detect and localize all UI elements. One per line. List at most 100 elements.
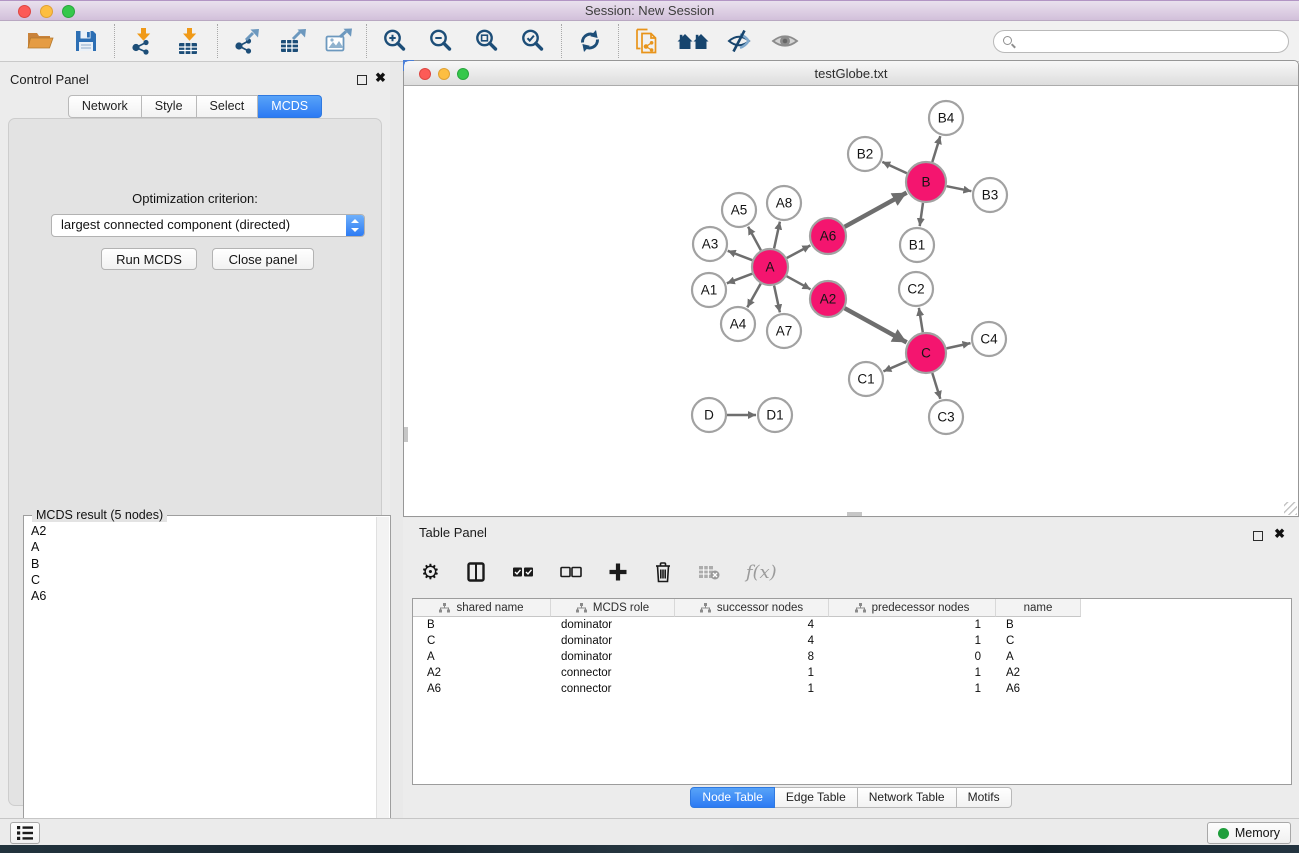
deselect-all-button[interactable] [560, 566, 582, 579]
graph-node-C2[interactable]: C2 [899, 272, 933, 306]
graph-node-B3[interactable]: B3 [973, 178, 1007, 212]
zoom-in-icon[interactable] [379, 25, 411, 57]
graph-node-A2[interactable]: A2 [810, 281, 846, 317]
table-row[interactable]: Cdominator41C [413, 633, 1291, 649]
zoom-selected-icon[interactable] [517, 25, 549, 57]
graph-edge-A-A7[interactable] [774, 286, 780, 313]
graph-edge-A-A2[interactable] [787, 276, 811, 289]
graph-node-A4[interactable]: A4 [721, 307, 755, 341]
result-item[interactable]: B [31, 556, 375, 572]
save-icon[interactable] [70, 25, 102, 57]
result-item[interactable]: C [31, 572, 375, 588]
tab-node-table[interactable]: Node Table [690, 787, 775, 808]
result-scrollbar[interactable] [376, 517, 389, 850]
close-panel-icon[interactable]: ✖ [375, 70, 386, 86]
run-mcds-button[interactable]: Run MCDS [101, 248, 197, 270]
table-settings-button[interactable]: ⚙ [421, 562, 440, 583]
graph-node-C3[interactable]: C3 [929, 400, 963, 434]
export-network-icon[interactable] [230, 25, 262, 57]
close-table-panel-icon[interactable]: ✖ [1274, 526, 1285, 542]
vertical-scrollbar-thumb[interactable] [404, 427, 408, 442]
search-input[interactable] [1020, 32, 1280, 51]
search-field[interactable] [993, 30, 1289, 53]
graph-node-B2[interactable]: B2 [848, 137, 882, 171]
table-row[interactable]: A6connector11A6 [413, 681, 1291, 697]
import-network-icon[interactable] [127, 25, 159, 57]
delete-table-button[interactable] [698, 564, 720, 580]
tab-mcds[interactable]: MCDS [258, 95, 322, 118]
tab-network-table[interactable]: Network Table [858, 787, 957, 808]
select-all-button[interactable] [512, 566, 534, 579]
tab-style[interactable]: Style [142, 95, 197, 118]
tab-network[interactable]: Network [68, 95, 142, 118]
column-header-predecessor-nodes[interactable]: predecessor nodes [829, 599, 996, 617]
eye-icon[interactable] [769, 25, 801, 57]
table-row[interactable]: Bdominator41B [413, 617, 1291, 633]
graph-edge-B-B2[interactable] [882, 162, 907, 173]
graph-edge-C-C4[interactable] [947, 343, 971, 348]
show-columns-button[interactable] [466, 562, 486, 582]
node-table[interactable]: shared nameMCDS rolesuccessor nodesprede… [412, 598, 1292, 785]
network-file-icon[interactable] [631, 25, 663, 57]
graph-edge-C-C2[interactable] [919, 308, 923, 333]
zoom-out-icon[interactable] [425, 25, 457, 57]
column-header-shared-name[interactable]: shared name [413, 599, 551, 617]
open-folder-icon[interactable] [24, 25, 56, 57]
graph-edge-A-A5[interactable] [748, 227, 761, 251]
memory-button[interactable]: Memory [1207, 822, 1291, 844]
graph-node-B[interactable]: B [906, 162, 946, 202]
import-table-icon[interactable] [173, 25, 205, 57]
graph-node-A5[interactable]: A5 [722, 193, 756, 227]
graph-node-A6[interactable]: A6 [810, 218, 846, 254]
result-item[interactable]: A [31, 539, 375, 555]
graph-edge-A-A6[interactable] [787, 245, 811, 258]
float-panel-icon[interactable] [357, 75, 367, 85]
graph-edge-C-C3[interactable] [932, 373, 940, 399]
function-builder-button[interactable]: f(x) [746, 562, 777, 583]
graph-edge-B-B3[interactable] [947, 186, 972, 191]
graph-node-A8[interactable]: A8 [767, 186, 801, 220]
hide-elements-icon[interactable] [723, 25, 755, 57]
resize-grip[interactable] [1284, 502, 1297, 515]
tab-select[interactable]: Select [197, 95, 259, 118]
graph-edge-A-A1[interactable] [727, 274, 752, 284]
export-table-icon[interactable] [276, 25, 308, 57]
graph-node-C1[interactable]: C1 [849, 362, 883, 396]
table-row[interactable]: A2connector11A2 [413, 665, 1291, 681]
result-item[interactable]: A2 [31, 523, 375, 539]
graph-edge-C-C1[interactable] [883, 361, 906, 371]
add-column-button[interactable] [608, 562, 628, 582]
tab-edge-table[interactable]: Edge Table [775, 787, 858, 808]
graph-node-A[interactable]: A [752, 249, 788, 285]
refresh-icon[interactable] [574, 25, 606, 57]
graph-node-D1[interactable]: D1 [758, 398, 792, 432]
mcds-result-list[interactable]: A2ABCA6 [25, 519, 375, 850]
graph-edge-B-B1[interactable] [920, 203, 923, 226]
graph-edge-A-A8[interactable] [774, 222, 780, 249]
graph-node-C[interactable]: C [906, 333, 946, 373]
graph-node-A1[interactable]: A1 [692, 273, 726, 307]
graph-node-B4[interactable]: B4 [929, 101, 963, 135]
float-table-panel-icon[interactable] [1253, 531, 1263, 541]
graph-node-C4[interactable]: C4 [972, 322, 1006, 356]
graph-edge-A-A3[interactable] [728, 251, 753, 260]
graph-edge-B-B4[interactable] [932, 136, 940, 162]
column-header-name[interactable]: name [996, 599, 1081, 617]
table-row[interactable]: Adominator80A [413, 649, 1291, 665]
criterion-dropdown[interactable]: largest connected component (directed) [51, 214, 365, 237]
show-panels-button[interactable] [10, 822, 40, 844]
column-header-successor-nodes[interactable]: successor nodes [675, 599, 829, 617]
zoom-fit-icon[interactable] [471, 25, 503, 57]
result-item[interactable]: A6 [31, 588, 375, 604]
graph-edge-A6-B[interactable] [845, 193, 907, 227]
graph-edge-A2-C[interactable] [845, 308, 907, 342]
graph-node-A3[interactable]: A3 [693, 227, 727, 261]
home-layouts-icon[interactable] [677, 25, 709, 57]
graph-node-A7[interactable]: A7 [767, 314, 801, 348]
graph-node-B1[interactable]: B1 [900, 228, 934, 262]
column-header-mcds-role[interactable]: MCDS role [551, 599, 675, 617]
network-canvas[interactable]: A A1 A2 A3 A4 A5 A6 A7 A8 B B1 B2 B3 B4 C C1 C2 C3 C4 D D1 [404, 87, 1298, 516]
graph-node-D[interactable]: D [692, 398, 726, 432]
delete-column-button[interactable] [654, 561, 672, 583]
horizontal-scrollbar-thumb[interactable] [847, 512, 862, 516]
